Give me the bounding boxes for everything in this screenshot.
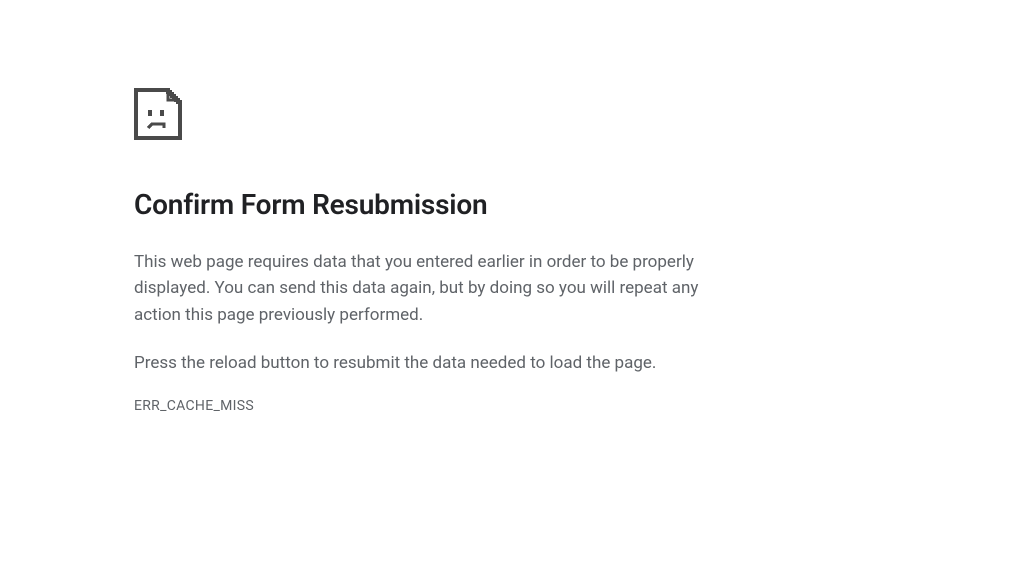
sad-page-icon <box>134 88 740 140</box>
error-icon-container <box>134 88 740 140</box>
error-description-primary: This web page requires data that you ent… <box>134 249 740 328</box>
error-code: ERR_CACHE_MISS <box>134 398 740 414</box>
error-title: Confirm Form Resubmission <box>134 188 740 221</box>
error-page-container: Confirm Form Resubmission This web page … <box>0 0 740 414</box>
error-description-secondary: Press the reload button to resubmit the … <box>134 350 740 376</box>
